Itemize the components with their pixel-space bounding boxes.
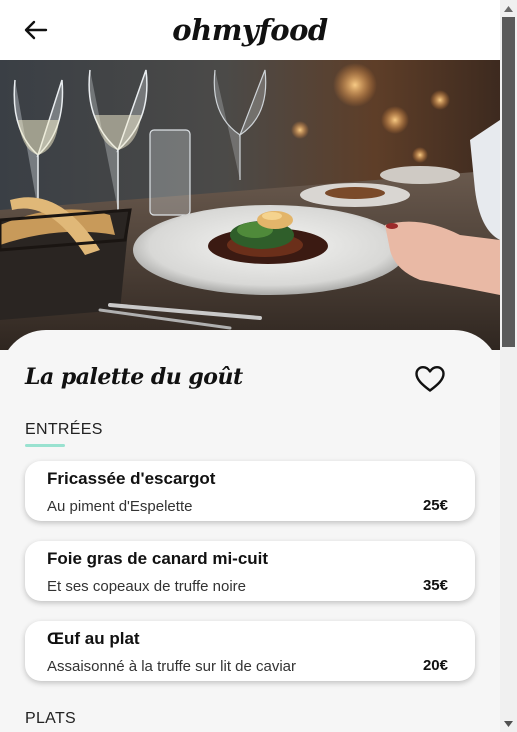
dish-card[interactable]: Œuf au plat Assaisonné à la truffe sur l… (25, 621, 475, 681)
scrollbar-thumb[interactable] (502, 17, 515, 347)
triangle-down-icon (504, 720, 513, 727)
dish-price: 20€ (422, 657, 448, 674)
app-viewport: ohmyfood La palette du goût ENTRÉES Fric… (0, 0, 500, 732)
triangle-up-icon (504, 5, 513, 12)
back-button[interactable] (22, 16, 50, 44)
dish-price: 25€ (422, 497, 448, 514)
dish-price: 35€ (422, 577, 448, 594)
dish-name: Fricassée d'escargot (47, 469, 216, 488)
top-header: ohmyfood (0, 0, 500, 60)
favorite-button[interactable] (413, 362, 447, 396)
dish-card[interactable]: Fricassée d'escargot Au piment d'Espelet… (25, 461, 475, 521)
heart-outline-icon (415, 366, 445, 392)
hero-image (0, 60, 500, 350)
dish-name: Œuf au plat (47, 629, 140, 648)
scroll-down-button[interactable] (500, 715, 517, 732)
dish-card[interactable]: Foie gras de canard mi-cuit Et ses copea… (25, 541, 475, 601)
scroll-up-button[interactable] (500, 0, 517, 17)
dish-description: Au piment d'Espelette (47, 498, 193, 515)
dish-description: Et ses copeaux de truffe noire (47, 578, 247, 595)
vertical-scrollbar[interactable] (500, 0, 517, 732)
dish-name: Foie gras de canard mi-cuit (47, 549, 269, 568)
section-title-entrees: ENTRÉES (25, 421, 103, 438)
dish-description: Assaisonné à la truffe sur lit de caviar (47, 658, 297, 675)
section-underline (25, 444, 65, 447)
restaurant-panel: La palette du goût ENTRÉES Fricassée d'e… (0, 330, 500, 732)
arrow-left-icon (24, 20, 48, 40)
restaurant-name: La palette du goût (25, 364, 243, 390)
restaurant-title-row: La palette du goût (25, 362, 455, 402)
section-title-plats: PLATS (25, 710, 76, 727)
app-logo: ohmyfood (172, 13, 328, 47)
